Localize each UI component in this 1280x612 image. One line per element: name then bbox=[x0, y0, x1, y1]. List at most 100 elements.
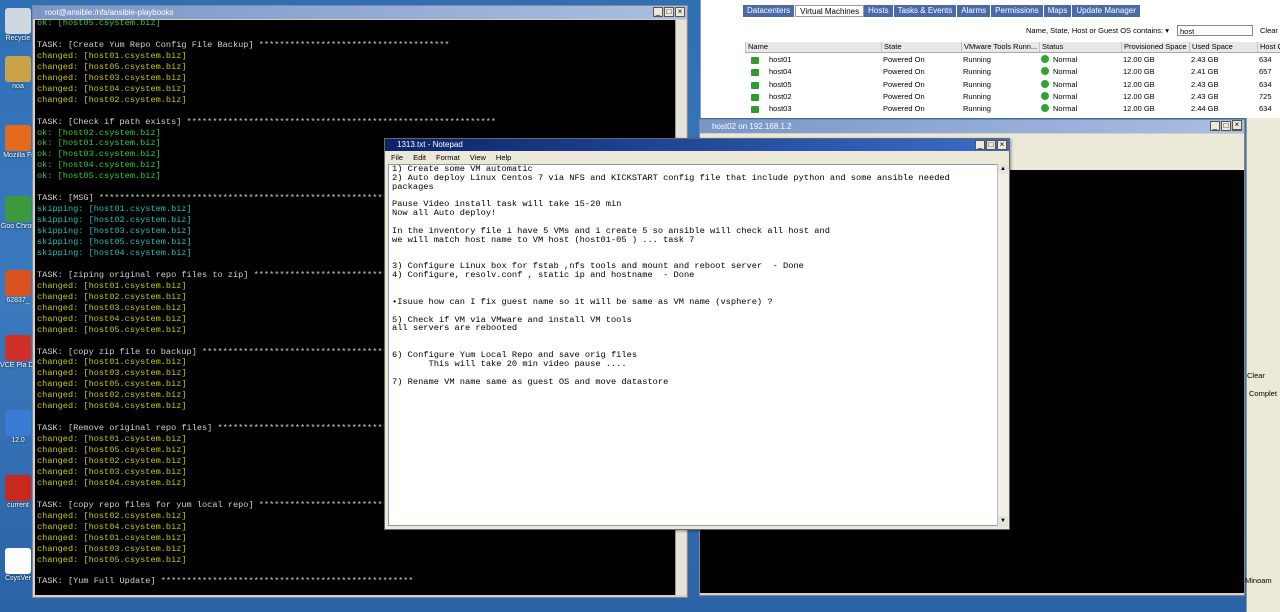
tab-alarms[interactable]: Alarms bbox=[957, 5, 992, 17]
terminal-line: changed: [host01.csystem.biz] bbox=[37, 280, 187, 291]
terminal-line: changed: [host03.csystem.biz] bbox=[37, 302, 187, 313]
terminal-line: changed: [host01.csystem.biz] bbox=[37, 434, 187, 445]
desktop-icon-label: Mozilla Fi bbox=[3, 152, 33, 159]
table-cell: 2.44 GB bbox=[1191, 104, 1219, 114]
column-header[interactable]: Name bbox=[745, 42, 881, 52]
desktop-icon[interactable]: Goo Chron bbox=[0, 196, 36, 230]
recent-tasks-clear[interactable]: Clear bbox=[1247, 371, 1265, 380]
scroll-up-icon[interactable]: ▲ bbox=[998, 164, 1008, 174]
table-cell: Powered On bbox=[883, 91, 925, 101]
tab-hosts[interactable]: Hosts bbox=[864, 5, 894, 17]
terminal-line: changed: [host03.csystem.biz] bbox=[37, 368, 187, 379]
maximize-button[interactable]: □ bbox=[664, 7, 674, 17]
table-cell: Normal bbox=[1041, 103, 1119, 115]
desktop-icon-image bbox=[5, 125, 31, 151]
vm-icon bbox=[751, 106, 759, 114]
vm-table-header: Name State VMware Tools Runn... Status Provi… bbox=[745, 42, 1280, 53]
status-text: Normal bbox=[1053, 91, 1078, 101]
tab-permissions[interactable]: Permissions bbox=[991, 5, 1044, 17]
menu-file[interactable]: File bbox=[391, 152, 403, 163]
completed-label: Complet bbox=[1249, 389, 1277, 398]
status-ok-icon bbox=[1041, 79, 1049, 88]
text-line: Now all Auto deploy! bbox=[392, 208, 497, 219]
tab-update-manager[interactable]: Update Manager bbox=[1072, 5, 1141, 17]
desktop-icon-image bbox=[5, 270, 31, 296]
desktop-icon[interactable]: current bbox=[0, 475, 36, 509]
terminal-line: TASK: [Create Yum Repo Config File Backu… bbox=[37, 39, 450, 50]
desktop-icon[interactable]: 12.0 bbox=[0, 410, 36, 444]
desktop-icon-image bbox=[5, 548, 31, 574]
tab-datacenters[interactable]: Datacenters bbox=[743, 5, 796, 17]
text-line: packages bbox=[392, 181, 434, 192]
table-row[interactable]: host04 Powered On Running Normal 12.00 GB 2.4… bbox=[745, 66, 1280, 78]
text-line: •Isuue how can I fix guest name so it wi… bbox=[392, 296, 773, 307]
menu-format[interactable]: Format bbox=[436, 152, 460, 163]
status-ok-icon bbox=[1041, 104, 1049, 113]
column-header[interactable]: VMware Tools Runn... bbox=[961, 42, 1039, 52]
column-header[interactable]: Status bbox=[1039, 42, 1121, 52]
column-header[interactable]: Host C bbox=[1257, 42, 1280, 52]
close-button[interactable]: × bbox=[997, 140, 1007, 150]
desktop-icon-label: 62837_ bbox=[6, 297, 30, 304]
status-text: Normal bbox=[1053, 67, 1078, 77]
terminal-line: changed: [host04.csystem.biz] bbox=[37, 401, 187, 412]
notepad-text-area[interactable]: 1) Create some VM automatic 2) Auto deplo… bbox=[388, 164, 998, 526]
table-row[interactable]: host05 Powered On Running Normal 12.00 GB 2.4… bbox=[745, 79, 1280, 91]
desktop-icon[interactable]: Mozilla Fi bbox=[0, 125, 36, 159]
table-cell: 12.00 GB bbox=[1123, 79, 1155, 89]
terminal-line: changed: [host05.csystem.biz] bbox=[37, 379, 187, 390]
column-header[interactable]: State bbox=[881, 42, 961, 52]
desktop-icon[interactable]: 62837_ bbox=[0, 270, 36, 304]
vsphere-tabs: Datacenters Virtual Machines Hosts Tasks & … bbox=[743, 5, 1141, 17]
status-label: Minoam bbox=[1245, 576, 1272, 585]
status-text: Normal bbox=[1053, 104, 1078, 114]
maximize-button[interactable]: □ bbox=[1221, 121, 1231, 131]
scroll-down-icon[interactable]: ▼ bbox=[998, 516, 1008, 526]
table-cell: 634 bbox=[1259, 79, 1272, 89]
desktop-icon[interactable]: CsysVer bbox=[0, 548, 36, 582]
close-button[interactable]: × bbox=[675, 7, 685, 17]
menu-view[interactable]: View bbox=[470, 152, 486, 163]
console-title: host02 on 192.168.1.2 bbox=[700, 120, 1244, 133]
desktop-icon-label: VCE Pla Dem bbox=[0, 362, 36, 369]
column-header[interactable]: Used Space bbox=[1189, 42, 1257, 52]
table-cell: 2.43 GB bbox=[1191, 79, 1219, 89]
notepad-scrollbar[interactable]: ▲ ▼ bbox=[997, 164, 1008, 526]
menu-edit[interactable]: Edit bbox=[413, 152, 426, 163]
table-cell: host05 bbox=[769, 79, 792, 89]
table-row[interactable]: host02 Powered On Running Normal 12.00 GB 2.4… bbox=[745, 91, 1280, 103]
table-row[interactable]: host03 Powered On Running Normal 12.00 GB 2.4… bbox=[745, 103, 1280, 115]
terminal-title: root@ansible:/nfs/ansible-playbooks bbox=[33, 6, 687, 19]
minimize-button[interactable]: _ bbox=[1210, 121, 1220, 131]
vm-icon bbox=[751, 93, 759, 101]
terminal-line: ok: [host02.csystem.biz] bbox=[37, 127, 161, 138]
desktop-icon-label: noa bbox=[12, 83, 24, 90]
terminal-line: skipping: [host03.csystem.biz] bbox=[37, 226, 192, 237]
desktop-icon[interactable]: Recycle bbox=[0, 8, 36, 42]
terminal-line: changed: [host04.csystem.biz] bbox=[37, 477, 187, 488]
panel-close-button[interactable]: × bbox=[1232, 120, 1242, 130]
filter-clear-button[interactable]: Clear bbox=[1260, 26, 1278, 35]
table-row[interactable]: host01 Powered On Running Normal 12.00 GB 2.4… bbox=[745, 54, 1280, 66]
desktop-icon[interactable]: VCE Pla Dem bbox=[0, 335, 36, 369]
tab-maps[interactable]: Maps bbox=[1043, 5, 1073, 17]
status-text: Normal bbox=[1053, 55, 1078, 64]
terminal-line: TASK: [Yum Full Update] ****************… bbox=[37, 576, 414, 587]
status-ok-icon bbox=[1041, 55, 1049, 63]
maximize-button[interactable]: □ bbox=[986, 140, 996, 150]
tab-tasks-events[interactable]: Tasks & Events bbox=[893, 5, 958, 17]
column-header[interactable]: Provisioned Space bbox=[1121, 42, 1189, 52]
filter-input[interactable]: host bbox=[1177, 25, 1253, 36]
text-line: 2) Auto deploy Linux Centos 7 via NFS an… bbox=[392, 172, 950, 183]
terminal-line: changed: [host01.csystem.biz] bbox=[37, 357, 187, 368]
table-cell: 12.00 GB bbox=[1123, 55, 1155, 64]
table-cell: Running bbox=[963, 79, 991, 89]
tab-virtual-machines[interactable]: Virtual Machines bbox=[795, 5, 865, 17]
desktop-icon[interactable]: noa bbox=[0, 56, 36, 90]
menu-help[interactable]: Help bbox=[496, 152, 511, 163]
minimize-button[interactable]: _ bbox=[653, 7, 663, 17]
status-text: Normal bbox=[1053, 79, 1078, 89]
terminal-line: changed: [host02.csystem.biz] bbox=[37, 94, 187, 105]
table-cell: Running bbox=[963, 104, 991, 114]
minimize-button[interactable]: _ bbox=[975, 140, 985, 150]
